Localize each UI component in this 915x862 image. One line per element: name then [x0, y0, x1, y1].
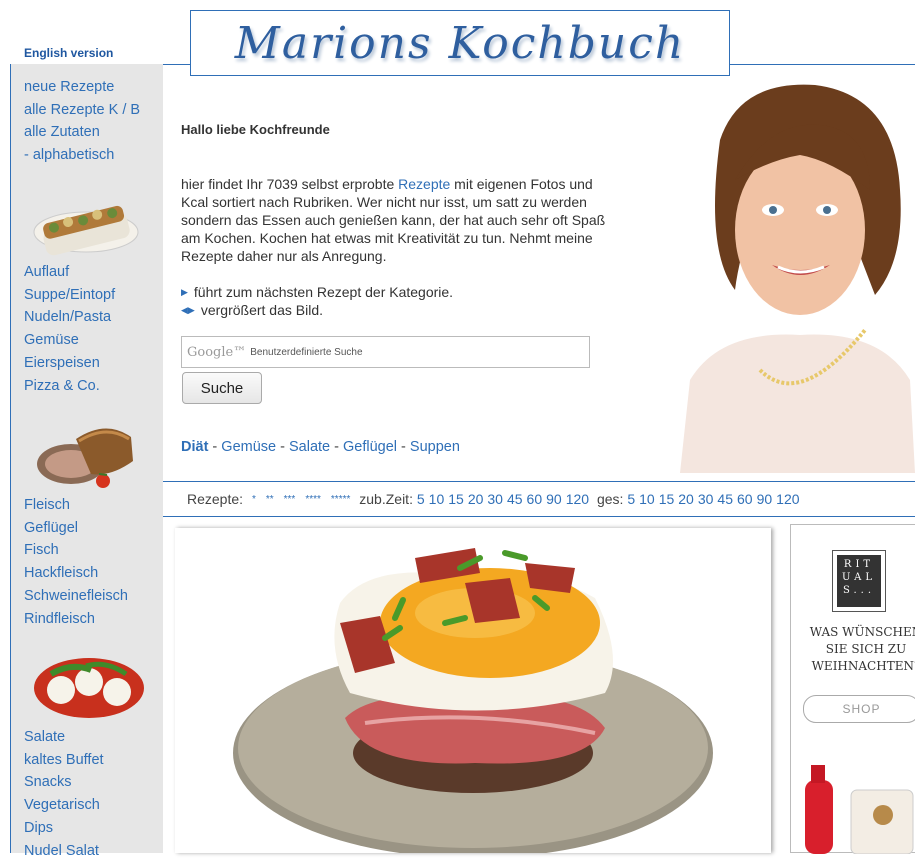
ad-text: WAS WÜNSCHEN SIE SICH ZU WEIHNACHTEN? — [809, 625, 915, 673]
sidebar: neue Rezepte alle Rezepte K / Balle Zutat… — [10, 64, 163, 859]
prep-time-label: zub.Zeit: — [359, 491, 413, 507]
next-arrow-icon: ▶ — [181, 287, 188, 297]
sidebar-item[interactable]: Snacks — [24, 771, 104, 794]
total-time-link[interactable]: 60 — [737, 491, 753, 507]
search-button[interactable]: Suche — [182, 372, 262, 404]
sidebar-item[interactable]: - alphabetisch — [24, 144, 140, 167]
google-logo: Google™ — [187, 344, 247, 360]
category-link[interactable]: Gemüse — [221, 439, 276, 455]
caprese-salad-image — [34, 658, 144, 718]
section-rule-lower — [163, 516, 915, 517]
sidebar-item[interactable]: Nudeln/Pasta — [24, 306, 115, 329]
sidebar-item[interactable]: Suppe/Eintopf — [24, 284, 115, 307]
sidebar-group-index: neue Rezepte alle Rezepte K / Balle Zutat… — [24, 76, 140, 167]
section-rule — [163, 481, 915, 482]
total-time-link[interactable]: 15 — [659, 491, 675, 507]
rating-filter-link[interactable]: **** — [305, 494, 321, 505]
total-time-link[interactable]: 30 — [698, 491, 714, 507]
sidebar-item[interactable]: Eierspeisen — [24, 352, 115, 375]
prep-time-link[interactable]: 20 — [468, 491, 484, 507]
sidebar-item[interactable]: Schweinefleisch — [24, 585, 128, 608]
ad-shop-button[interactable]: SHOP — [803, 695, 915, 723]
total-time-link[interactable]: 20 — [678, 491, 694, 507]
sidebar-item[interactable]: Fleisch — [24, 494, 128, 517]
intro-text: hier findet Ihr 7039 selbst erprobte Rez… — [181, 175, 621, 265]
category-link[interactable]: Diät — [181, 439, 208, 455]
category-link[interactable]: Geflügel — [343, 439, 397, 455]
category-links: Diät - Gemüse - Salate - Geflügel - Supp… — [181, 439, 460, 455]
legend-next-text: führt zum nächsten Rezept der Kategorie. — [193, 284, 454, 300]
advertisement[interactable]: RIT UAL S... WAS WÜNSCHEN SIE SICH ZU WE… — [790, 524, 915, 854]
total-time-link[interactable]: 120 — [776, 491, 799, 507]
casserole-image — [33, 205, 139, 256]
sidebar-group-dishes: Auflauf Suppe/Eintopf Nudeln/Pasta Gemüse Ei… — [24, 261, 115, 397]
sidebar-item[interactable]: Geflügel — [24, 517, 128, 540]
sidebar-item[interactable]: Dips — [24, 817, 104, 840]
intro-text-part1: hier findet Ihr 7039 selbst erprobte — [181, 176, 399, 192]
sidebar-item[interactable]: neue Rezepte — [24, 76, 140, 99]
category-separator: - — [397, 439, 410, 455]
sidebar-item[interactable]: Hackfleisch — [24, 562, 128, 585]
total-time-link[interactable]: 10 — [639, 491, 655, 507]
prep-time-link[interactable]: 5 — [417, 491, 425, 507]
meatloaf-image — [37, 428, 133, 488]
site-logo[interactable]: Marions Kochbuch — [190, 10, 730, 76]
rating-filter-link[interactable]: *** — [284, 494, 296, 505]
rating-filter-link[interactable]: ***** — [331, 494, 350, 505]
prep-time-link[interactable]: 120 — [566, 491, 589, 507]
greeting-heading: Hallo liebe Kochfreunde — [181, 122, 330, 137]
prep-time-link[interactable]: 30 — [487, 491, 503, 507]
category-separator: - — [208, 439, 222, 455]
author-portrait — [680, 80, 915, 473]
sidebar-item[interactable]: alle Rezepte K / B — [24, 99, 140, 122]
sidebar-item[interactable]: Rindfleisch — [24, 608, 128, 631]
search-input[interactable]: Google™ Benutzerdefinierte Suche — [181, 336, 590, 368]
rating-filter-link[interactable]: ** — [266, 494, 274, 505]
sidebar-item[interactable]: kaltes Buffet — [24, 749, 104, 772]
sidebar-group-meat: Fleisch Geflügel Fisch Hackfleisch Schweinef… — [24, 494, 128, 630]
rituals-logo: RIT UAL S... — [832, 550, 886, 612]
sidebar-item[interactable]: alle Zutaten — [24, 121, 140, 144]
recipe-filter-bar: Rezepte: * ** *** **** ***** zub.Zeit: 5 10 15… — [187, 491, 804, 507]
sidebar-item[interactable]: Vegetarisch — [24, 794, 104, 817]
total-time-link[interactable]: 90 — [757, 491, 773, 507]
zoom-arrows-icon: ◀▶ — [181, 305, 195, 315]
sidebar-item[interactable]: Nudel Salat — [24, 840, 104, 862]
featured-dish-image[interactable] — [175, 528, 771, 853]
sidebar-item[interactable]: Fisch — [24, 539, 128, 562]
rating-filter-link[interactable]: * — [252, 494, 256, 505]
legend-zoom-text: vergrößert das Bild. — [200, 302, 324, 318]
category-separator: - — [330, 439, 344, 455]
search-placeholder: Benutzerdefinierte Suche — [250, 346, 363, 358]
sidebar-item[interactable]: Auflauf — [24, 261, 115, 284]
legend: ▶ führt zum nächsten Rezept der Kategorie… — [181, 283, 453, 319]
prep-time-link[interactable]: 10 — [429, 491, 445, 507]
sidebar-item[interactable]: Gemüse — [24, 329, 115, 352]
logo-title: Marions Kochbuch — [234, 17, 686, 69]
prep-time-link[interactable]: 90 — [546, 491, 562, 507]
prep-time-link[interactable]: 15 — [448, 491, 464, 507]
prep-time-link[interactable]: 60 — [527, 491, 543, 507]
prep-time-link[interactable]: 45 — [507, 491, 523, 507]
total-time-link[interactable]: 5 — [627, 491, 635, 507]
sidebar-item[interactable]: Salate — [24, 726, 104, 749]
category-separator: - — [276, 439, 289, 455]
category-link[interactable]: Salate — [289, 439, 330, 455]
recipes-link[interactable]: Rezepte — [398, 176, 450, 192]
english-version-link[interactable]: English version — [24, 46, 113, 60]
category-link[interactable]: Suppen — [410, 439, 460, 455]
rezepte-label: Rezepte: — [187, 491, 244, 507]
sidebar-item[interactable]: Pizza & Co. — [24, 375, 115, 398]
sidebar-group-salads: Salate kaltes Buffet Snacks Vegetarisch Dips… — [24, 726, 104, 862]
total-time-link[interactable]: 45 — [717, 491, 733, 507]
ad-product-image — [805, 765, 914, 854]
rituals-logo-text: RIT UAL S... — [837, 555, 881, 607]
total-time-label: ges: — [596, 491, 624, 507]
